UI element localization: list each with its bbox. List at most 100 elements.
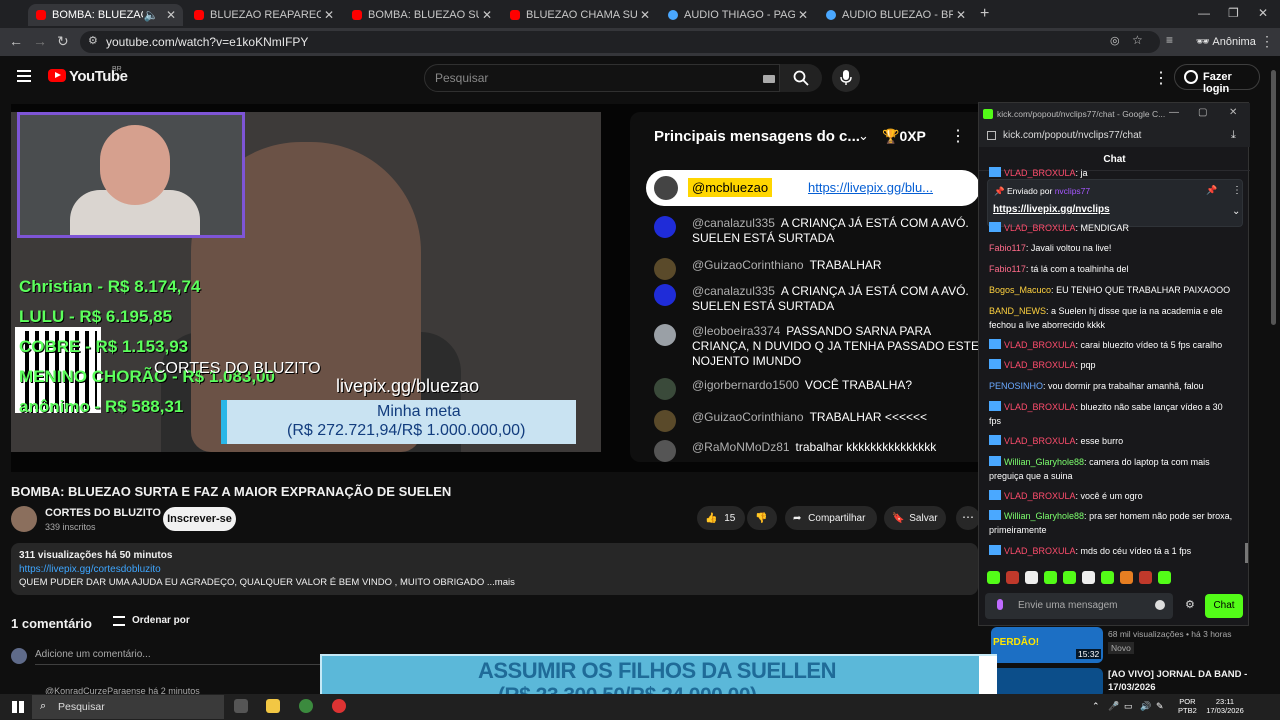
search-button[interactable]: [780, 64, 822, 92]
pinned-link[interactable]: https://livepix.gg/nvclips: [993, 204, 1110, 215]
task-view-icon[interactable]: [234, 699, 248, 713]
emote-icon[interactable]: [1120, 571, 1133, 584]
eye-off-icon[interactable]: ◎: [1110, 34, 1120, 47]
search-input[interactable]: Pesquisar: [424, 64, 780, 92]
browser-tab[interactable]: BOMBA: BLUEZAO SURTA E 🔈 ✕: [28, 4, 183, 26]
site-info-icon[interactable]: ⚙: [88, 34, 98, 47]
save-button[interactable]: 🔖 Salvar: [884, 506, 946, 530]
media-controls-icon[interactable]: ≡: [1166, 33, 1173, 47]
taskbar-clock[interactable]: 23:11 17/03/2026: [1200, 697, 1250, 715]
video-title: BOMBA: BLUEZAO SURTA E FAZ A MAIOR EXPRA…: [11, 484, 452, 499]
voice-search-button[interactable]: [832, 64, 860, 92]
more-options-icon[interactable]: ⋮: [1232, 185, 1242, 196]
close-tab-icon[interactable]: ✕: [321, 8, 337, 22]
pin-icon[interactable]: 📌: [1206, 185, 1217, 196]
related-video-title[interactable]: [AO VIVO] JORNAL DA BAND - 17/03/2026: [1108, 669, 1258, 694]
share-button[interactable]: ➦ Compartilhar: [785, 506, 877, 530]
close-tab-icon[interactable]: ✕: [637, 8, 653, 22]
gear-icon[interactable]: ⚙: [1185, 598, 1195, 611]
chevron-up-icon[interactable]: ⌃: [1092, 701, 1100, 712]
emote-icon[interactable]: [1101, 571, 1114, 584]
back-icon[interactable]: ←: [9, 33, 23, 49]
browser-menu-icon[interactable]: ⋮: [1260, 33, 1274, 50]
pen-icon[interactable]: ✎: [1156, 701, 1164, 712]
reload-icon[interactable]: ↻: [57, 33, 69, 50]
microphone-icon[interactable]: [997, 599, 1003, 610]
like-button[interactable]: 👍 15: [697, 506, 745, 530]
send-chat-button[interactable]: Chat: [1205, 594, 1243, 618]
emote-bar: [987, 571, 1237, 587]
page-scrollbar[interactable]: [1271, 70, 1276, 325]
forward-icon[interactable]: →: [33, 33, 47, 49]
emote-icon[interactable]: [1082, 571, 1095, 584]
chrome-icon[interactable]: [299, 699, 313, 713]
close-tab-icon[interactable]: ✕: [953, 8, 969, 22]
browser-tab[interactable]: BOMBA: BLUEZAO SURTA E FAZ ✕: [344, 4, 499, 26]
browser-tab[interactable]: BLUEZAO REAPARECE, ARRUMA ✕: [186, 4, 341, 26]
emote-icon[interactable]: [1063, 571, 1076, 584]
volume-icon[interactable]: 🔊: [1140, 701, 1151, 712]
sort-button[interactable]: Ordenar por: [132, 615, 190, 626]
emote-icon[interactable]: [1139, 571, 1152, 584]
menu-icon[interactable]: [17, 70, 31, 82]
url-field[interactable]: ⚙ youtube.com/watch?v=e1koKNmIFPY ◎ ☆: [80, 31, 1160, 53]
close-tab-icon[interactable]: ✕: [795, 8, 811, 22]
avatar: [654, 284, 676, 306]
minimize-icon[interactable]: —: [1198, 6, 1210, 20]
speaker-icon[interactable]: 🔈: [143, 8, 159, 22]
site-info-icon[interactable]: [987, 131, 996, 140]
sort-icon[interactable]: [113, 616, 125, 626]
close-tab-icon[interactable]: ✕: [479, 8, 495, 22]
related-video-thumbnail[interactable]: PERDÃO! 15:32: [991, 627, 1103, 663]
network-icon[interactable]: ▭: [1124, 701, 1133, 712]
emote-icon[interactable]: [1025, 571, 1038, 584]
restore-icon[interactable]: ▢: [1198, 107, 1207, 118]
chat-scrollbar[interactable]: [1245, 543, 1248, 563]
windows-start-icon[interactable]: [12, 701, 24, 713]
taskbar-search[interactable]: ⌕ Pesquisar: [32, 695, 224, 719]
sign-in-button[interactable]: Fazer login: [1174, 64, 1260, 95]
emote-icon[interactable]: [987, 571, 1000, 584]
browser-tab[interactable]: AUDIO BLUEZAO - BRINDE.ogg ✕: [818, 4, 973, 26]
video-duration: 15:32: [1076, 649, 1102, 659]
channel-name[interactable]: CORTES DO BLUZITO: [45, 507, 161, 519]
description-box[interactable]: 311 visualizações há 50 minutos https://…: [11, 543, 978, 595]
input-language[interactable]: POR PTB2: [1178, 697, 1197, 715]
country-code: BR: [112, 66, 122, 73]
file-explorer-icon[interactable]: [266, 699, 280, 713]
browser-tab[interactable]: AUDIO THIAGO - PAGAMENTO ✕: [660, 4, 815, 26]
youtube-logo-icon[interactable]: [48, 69, 66, 82]
app-icon[interactable]: [332, 699, 346, 713]
download-icon[interactable]: ⤓: [1231, 129, 1236, 142]
close-window-icon[interactable]: ✕: [1258, 6, 1268, 20]
restore-icon[interactable]: ❐: [1228, 6, 1239, 20]
kick-logo-icon: [983, 109, 993, 119]
new-tab-button[interactable]: +: [980, 5, 989, 23]
dislike-button[interactable]: 👎: [747, 506, 777, 530]
keyboard-icon[interactable]: [763, 75, 775, 83]
video-player[interactable]: Christian - R$ 8.174,74 LULU - R$ 6.195,…: [11, 104, 978, 472]
emote-icon[interactable]: [1006, 571, 1019, 584]
bookmark-star-icon[interactable]: ☆: [1132, 33, 1143, 47]
badge-icon: [989, 359, 1001, 369]
comment-input[interactable]: Adicione um comentário...: [35, 649, 151, 660]
close-tab-icon[interactable]: ✕: [163, 8, 179, 22]
browser-tab[interactable]: BLUEZAO CHAMA SUELEN DE I ✕: [502, 4, 657, 26]
emoji-icon[interactable]: [1155, 600, 1165, 610]
livepix-watermark: livepix.gg/bluezao: [336, 376, 480, 396]
microphone-icon[interactable]: 🎤: [1108, 701, 1119, 712]
emote-icon[interactable]: [1044, 571, 1057, 584]
chat-message-input[interactable]: Envie uma mensagem: [985, 593, 1173, 619]
webcam-person-face: [100, 125, 170, 205]
account-icon: [1184, 70, 1198, 84]
minimize-icon[interactable]: —: [1169, 107, 1179, 118]
description-link[interactable]: https://livepix.gg/cortesdobluzito: [19, 564, 161, 575]
chevron-down-icon[interactable]: ⌄: [1232, 206, 1240, 217]
more-actions-button[interactable]: ⋯: [956, 506, 980, 530]
emote-icon[interactable]: [1158, 571, 1171, 584]
settings-menu-icon[interactable]: ⋮: [1153, 68, 1169, 88]
channel-avatar[interactable]: [11, 506, 37, 532]
incognito-profile[interactable]: 🕶 Anônima: [1196, 35, 1256, 48]
subscribe-button[interactable]: Inscrever-se: [163, 507, 236, 531]
close-window-icon[interactable]: ✕: [1229, 107, 1237, 118]
